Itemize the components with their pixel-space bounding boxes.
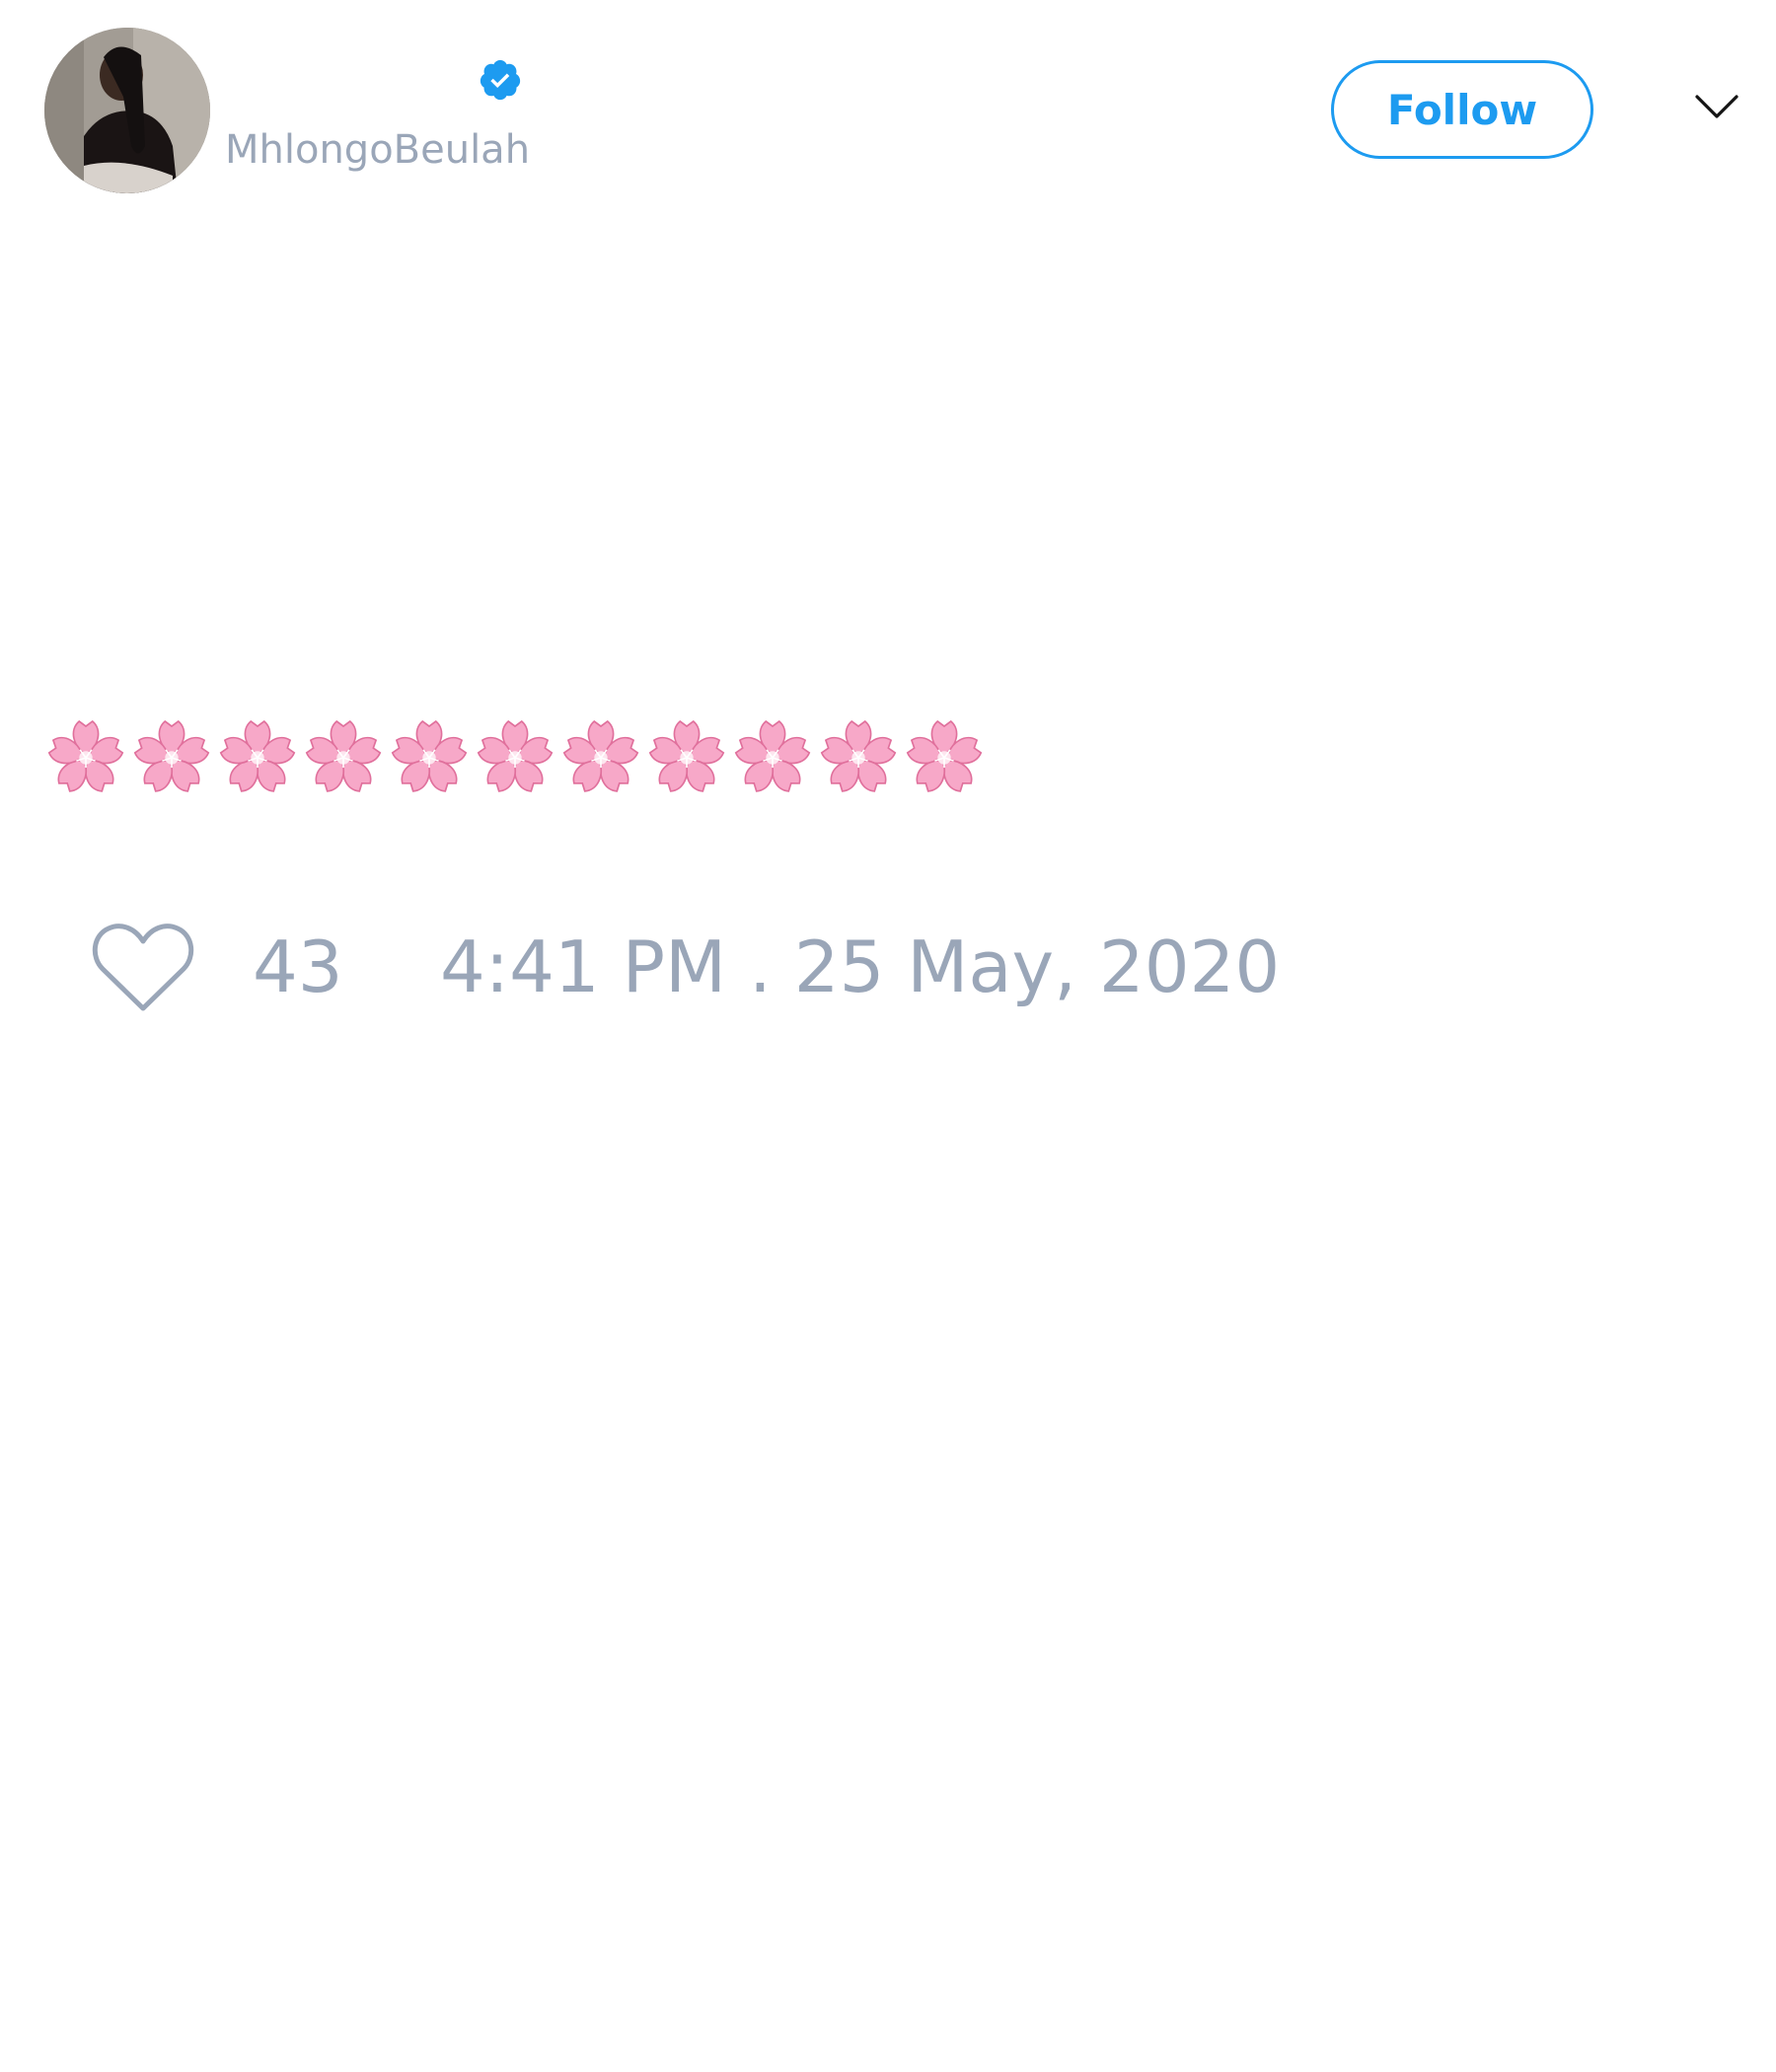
follow-button[interactable]: Follow [1331, 60, 1593, 159]
cherry-blossom-icon [305, 719, 382, 792]
cherry-blossom-icon [906, 719, 983, 792]
like-heart-icon[interactable] [89, 918, 197, 1016]
cherry-blossom-icon [820, 719, 897, 792]
cherry-blossom-icon [477, 719, 554, 792]
like-count: 43 [253, 925, 343, 1008]
avatar[interactable] [44, 28, 210, 193]
chevron-down-icon[interactable] [1693, 91, 1740, 122]
avatar-image [44, 28, 210, 193]
cherry-blossom-icon [219, 719, 296, 792]
cherry-blossom-icon [648, 719, 725, 792]
verified-badge-icon [480, 59, 521, 101]
tweet-text [44, 716, 986, 799]
tweet-timestamp[interactable]: 4:41 PM . 25 May, 2020 [440, 925, 1280, 1008]
cherry-blossom-icon [562, 719, 639, 792]
cherry-blossom-icon [734, 719, 811, 792]
author-handle[interactable]: MhlongoBeulah [225, 124, 530, 176]
cherry-blossom-icon [47, 719, 124, 792]
tweet-card: MhlongoBeulah Follow 43 4:41 PM . 25 May… [0, 0, 1776, 2072]
cherry-blossom-icon [133, 719, 210, 792]
cherry-blossom-icon [391, 719, 468, 792]
